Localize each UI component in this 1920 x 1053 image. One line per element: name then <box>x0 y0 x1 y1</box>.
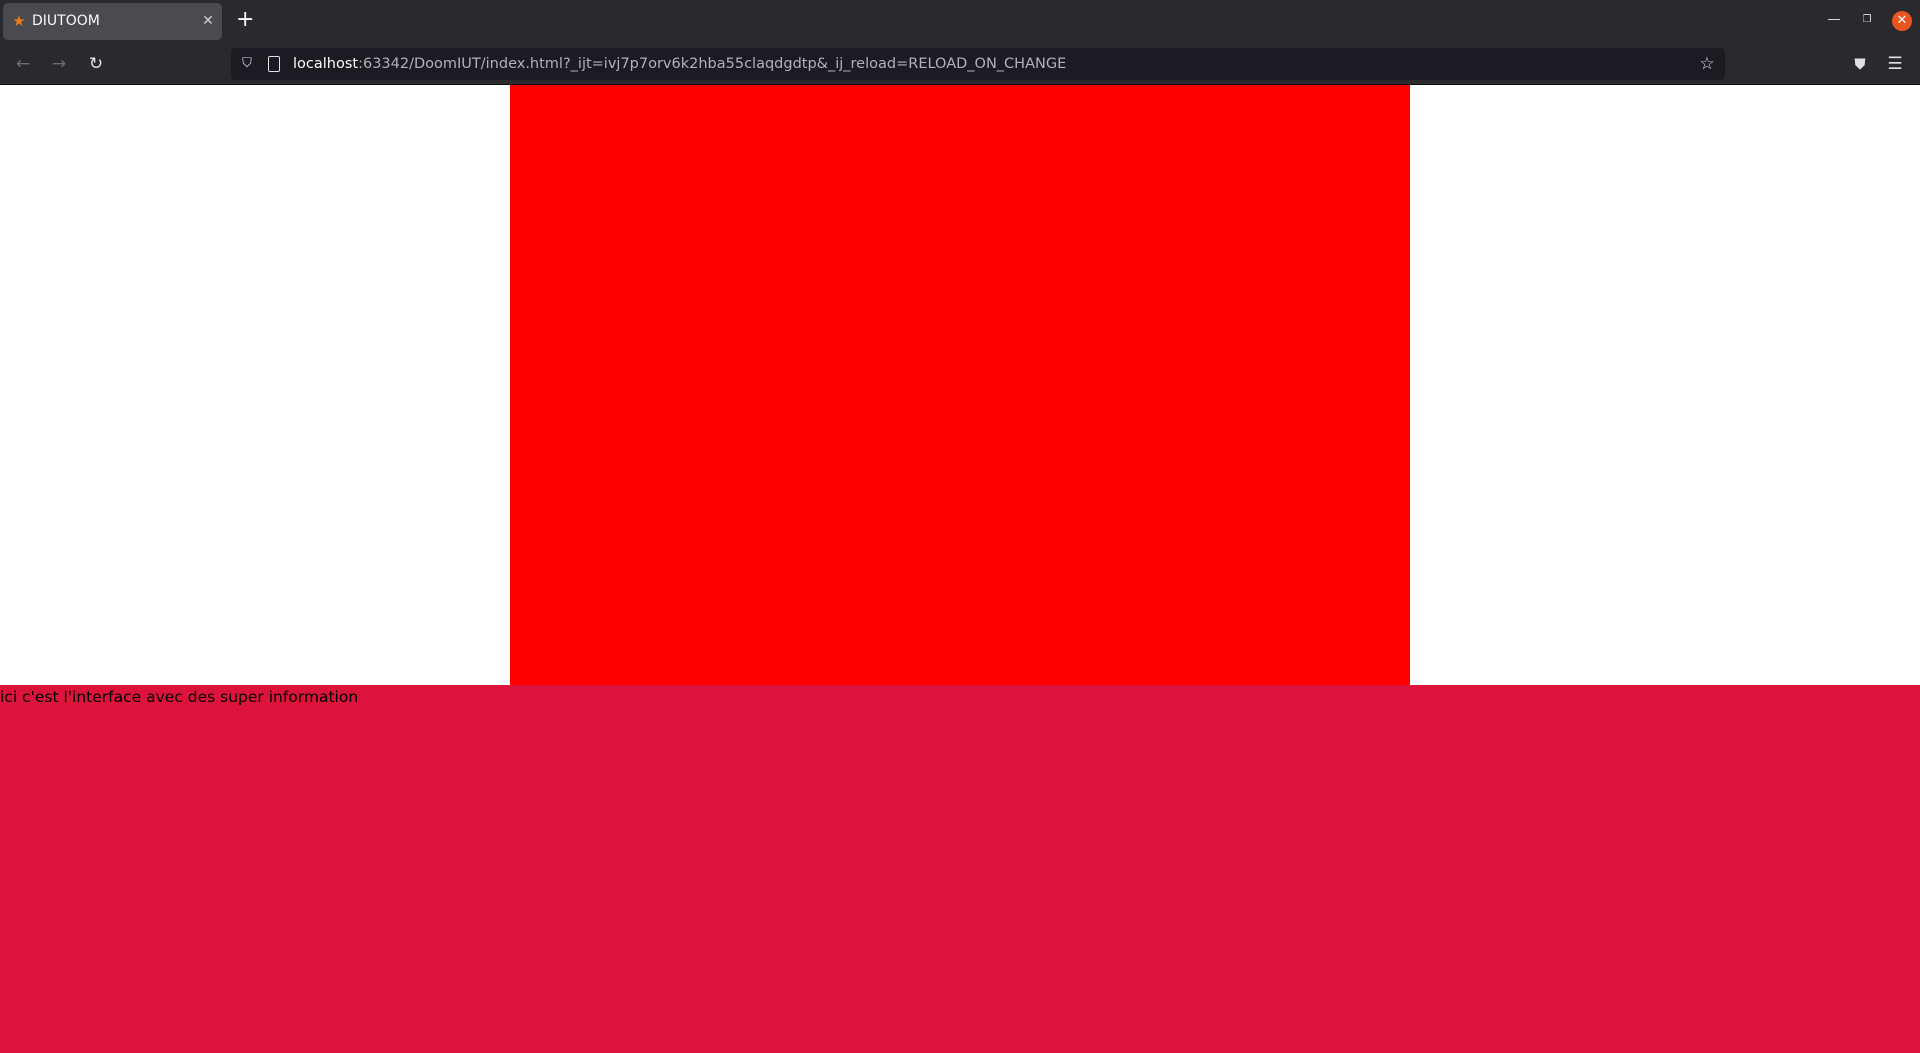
page-info-icon[interactable] <box>268 56 280 72</box>
url-text[interactable]: localhost:63342/DoomIUT/index.html?_ijt=… <box>293 48 1066 80</box>
page-viewport: ici c'est l'interface avec des super inf… <box>0 85 1920 1053</box>
game-interface-panel: ici c'est l'interface avec des super inf… <box>0 685 1920 1053</box>
browser-tab[interactable]: ★ DIUTOOM ✕ <box>3 3 222 40</box>
tab-title: DIUTOOM <box>32 13 100 29</box>
minimize-window-icon[interactable]: — <box>1826 12 1842 28</box>
url-host: localhost <box>293 56 359 72</box>
tab-strip: ★ DIUTOOM ✕ + — ❐ ✕ <box>0 0 1920 44</box>
navigation-bar: ← → ↻ ⛉ localhost:63342/DoomIUT/index.ht… <box>0 44 1920 85</box>
interface-text: ici c'est l'interface avec des super inf… <box>0 688 359 706</box>
back-arrow-icon[interactable]: ← <box>13 54 33 74</box>
forward-arrow-icon[interactable]: → <box>49 54 69 74</box>
new-tab-button[interactable]: + <box>236 9 254 31</box>
address-bar[interactable]: ⛉ localhost:63342/DoomIUT/index.html?_ij… <box>231 48 1725 80</box>
bookmark-star-icon[interactable]: ☆ <box>1698 55 1716 73</box>
close-tab-icon[interactable]: ✕ <box>201 14 215 28</box>
hamburger-menu-icon[interactable]: ☰ <box>1886 55 1904 73</box>
pocket-icon[interactable]: ⛊ <box>1851 55 1869 73</box>
url-path: :63342/DoomIUT/index.html?_ijt=ivj7p7orv… <box>358 56 1067 72</box>
close-window-icon[interactable]: ✕ <box>1892 11 1912 31</box>
restore-window-icon[interactable]: ❐ <box>1859 12 1875 28</box>
tracking-shield-icon[interactable]: ⛉ <box>239 56 255 72</box>
star-icon: ★ <box>12 12 26 30</box>
game-canvas[interactable] <box>510 85 1410 685</box>
reload-icon[interactable]: ↻ <box>86 54 106 74</box>
